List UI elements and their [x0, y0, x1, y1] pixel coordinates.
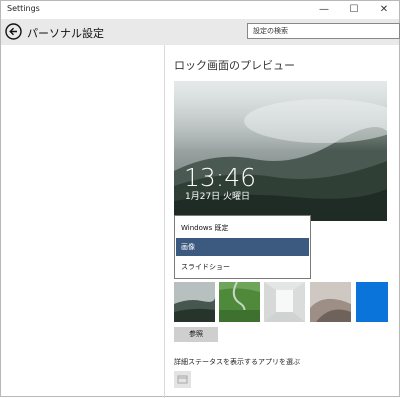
search-input[interactable]: 設定の検索: [247, 23, 400, 39]
green-river-thumbnail[interactable]: [219, 282, 260, 322]
app-placeholder-icon: [177, 375, 188, 384]
white-room-thumbnail[interactable]: [264, 282, 305, 322]
browse-button[interactable]: 参照: [174, 327, 218, 342]
misty-landscape-thumbnail[interactable]: [174, 282, 215, 322]
app-picker-button[interactable]: [174, 371, 191, 388]
title-bar: Settings — ☐ ✕: [1, 1, 399, 19]
background-dropdown-list[interactable]: Windows 既定 画像 スライドショー: [174, 215, 311, 279]
back-arrow-icon[interactable]: [5, 23, 22, 40]
dropdown-option-picture[interactable]: 画像: [176, 238, 309, 256]
minimize-button[interactable]: —: [309, 1, 339, 19]
sand-dunes-thumbnail[interactable]: [310, 282, 351, 322]
detailed-status-app-label: 詳細ステータスを表示するアプリを選ぶ: [174, 358, 300, 366]
header-bar: パーソナル設定 設定の検索: [1, 19, 400, 45]
maximize-button[interactable]: ☐: [339, 1, 369, 19]
blue-windows-thumbnail[interactable]: [356, 282, 388, 322]
page-title: パーソナル設定: [27, 27, 104, 40]
close-button[interactable]: ✕: [369, 1, 399, 19]
settings-window: Settings — ☐ ✕ パーソナル設定 設定の検索 ロック画面のプレビュー: [0, 0, 400, 398]
lock-screen-time: 13:46: [184, 163, 257, 192]
dropdown-option-windows-default[interactable]: Windows 既定: [176, 219, 309, 237]
lock-screen-date: 1月27日 火曜日: [185, 192, 251, 202]
dropdown-option-slideshow[interactable]: スライドショー: [176, 258, 309, 276]
window-title: Settings: [7, 4, 40, 13]
pane-divider: [164, 45, 165, 398]
lock-screen-preview-title: ロック画面のプレビュー: [174, 59, 295, 72]
